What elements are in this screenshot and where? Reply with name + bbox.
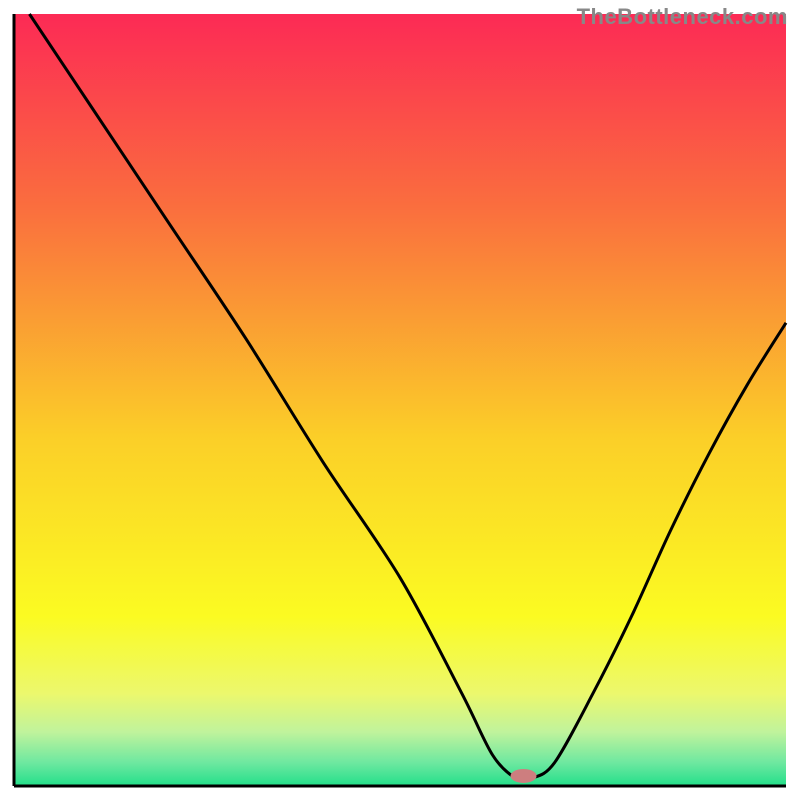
bottleneck-chart (0, 0, 800, 800)
optimal-marker (511, 769, 537, 783)
chart-background (14, 14, 786, 786)
watermark-text: TheBottleneck.com (577, 4, 788, 30)
chart-container: TheBottleneck.com (0, 0, 800, 800)
